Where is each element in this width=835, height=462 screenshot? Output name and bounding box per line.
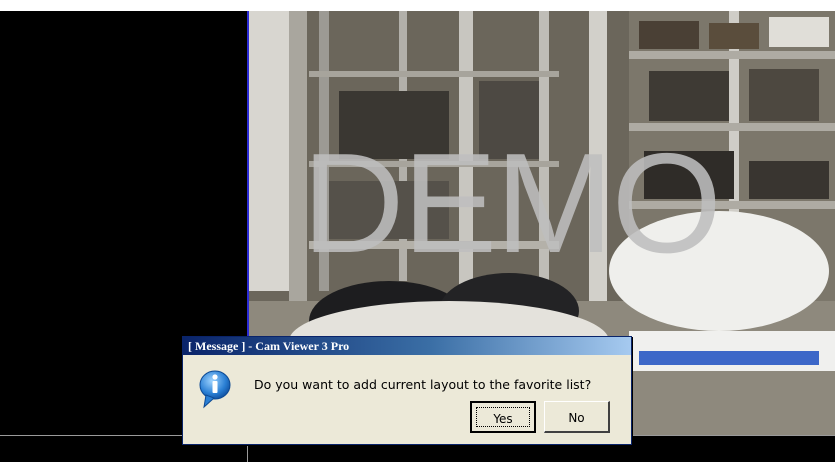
top-strip xyxy=(0,0,835,11)
dialog-title: [ Message ] - Cam Viewer 3 Pro xyxy=(188,339,350,353)
message-dialog: [ Message ] - Cam Viewer 3 Pro Do you wa… xyxy=(182,336,632,445)
yes-button[interactable]: Yes xyxy=(470,401,536,433)
info-icon xyxy=(199,370,231,409)
no-button[interactable]: No xyxy=(544,401,610,433)
dialog-message: Do you want to add current layout to the… xyxy=(254,377,592,392)
dialog-title-bar[interactable]: [ Message ] - Cam Viewer 3 Pro xyxy=(183,337,631,355)
demo-watermark: DEMO xyxy=(302,124,722,283)
